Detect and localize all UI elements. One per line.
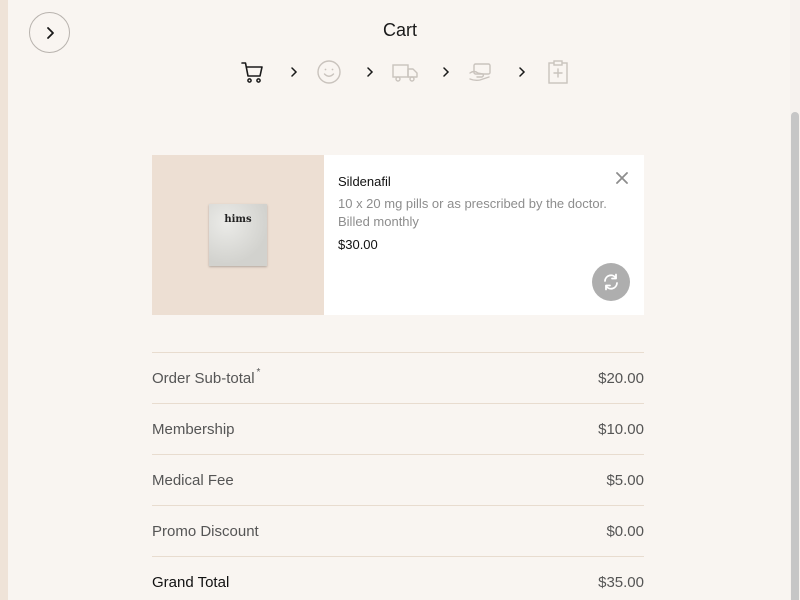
medical-fee-value: $5.00 bbox=[606, 471, 644, 489]
summary-row-medical-fee: Medical Fee $5.00 bbox=[152, 454, 644, 505]
medical-clipboard-icon[interactable] bbox=[543, 58, 573, 86]
delivery-truck-icon[interactable] bbox=[390, 58, 420, 86]
close-icon bbox=[616, 172, 628, 184]
order-summary: Order Sub-total * $20.00 Membership $10.0… bbox=[152, 352, 644, 600]
product-description: 10 x 20 mg pills or as prescribed by the… bbox=[338, 196, 607, 229]
membership-value: $10.00 bbox=[598, 420, 644, 438]
left-panel-edge bbox=[0, 0, 8, 600]
brand-logo: hims bbox=[224, 214, 252, 225]
summary-row-promo-discount: Promo Discount $0.00 bbox=[152, 505, 644, 556]
payment-hand-icon[interactable] bbox=[466, 58, 496, 86]
scrollbar[interactable] bbox=[790, 0, 800, 600]
product-details: Sildenafil 10 x 20 mg pills or as prescr… bbox=[324, 155, 644, 315]
refill-subscription-button[interactable] bbox=[592, 263, 630, 301]
summary-row-subtotal: Order Sub-total * $20.00 bbox=[152, 352, 644, 403]
pill-package-image: hims bbox=[209, 204, 267, 266]
step-separator-chevron-icon bbox=[517, 63, 527, 81]
checkout-page: Cart hims Sildenafil 10 x 20 mg pills or… bbox=[0, 0, 800, 600]
step-separator-chevron-icon bbox=[441, 63, 451, 81]
remove-item-button[interactable] bbox=[614, 170, 630, 186]
membership-label: Membership bbox=[152, 420, 235, 438]
refresh-icon bbox=[604, 273, 618, 291]
footnote-marker: * bbox=[256, 367, 261, 378]
smiley-face-icon[interactable] bbox=[314, 58, 344, 86]
subtotal-label: Order Sub-total bbox=[152, 370, 255, 387]
step-separator-chevron-icon bbox=[289, 63, 299, 81]
grand-total-value: $35.00 bbox=[598, 573, 644, 591]
product-price: $30.00 bbox=[338, 237, 378, 252]
page-title: Cart bbox=[382, 20, 417, 40]
subtotal-value: $20.00 bbox=[598, 369, 644, 387]
summary-label: Order Sub-total * bbox=[152, 367, 261, 387]
promo-discount-label: Promo Discount bbox=[152, 522, 259, 540]
medical-fee-label: Medical Fee bbox=[152, 471, 234, 489]
grand-total-label: Grand Total bbox=[152, 573, 230, 591]
product-name: Sildenafil bbox=[338, 174, 391, 189]
summary-row-membership: Membership $10.00 bbox=[152, 403, 644, 454]
checkout-progress-steps bbox=[0, 58, 800, 88]
cart-item-card: hims Sildenafil 10 x 20 mg pills or as p… bbox=[152, 155, 644, 315]
scrollbar-thumb[interactable] bbox=[791, 112, 799, 600]
step-separator-chevron-icon bbox=[365, 63, 375, 81]
promo-discount-value: $0.00 bbox=[606, 522, 644, 540]
product-image: hims bbox=[152, 155, 324, 315]
summary-row-grand-total: Grand Total $35.00 bbox=[152, 556, 644, 600]
cart-icon[interactable] bbox=[237, 58, 267, 86]
